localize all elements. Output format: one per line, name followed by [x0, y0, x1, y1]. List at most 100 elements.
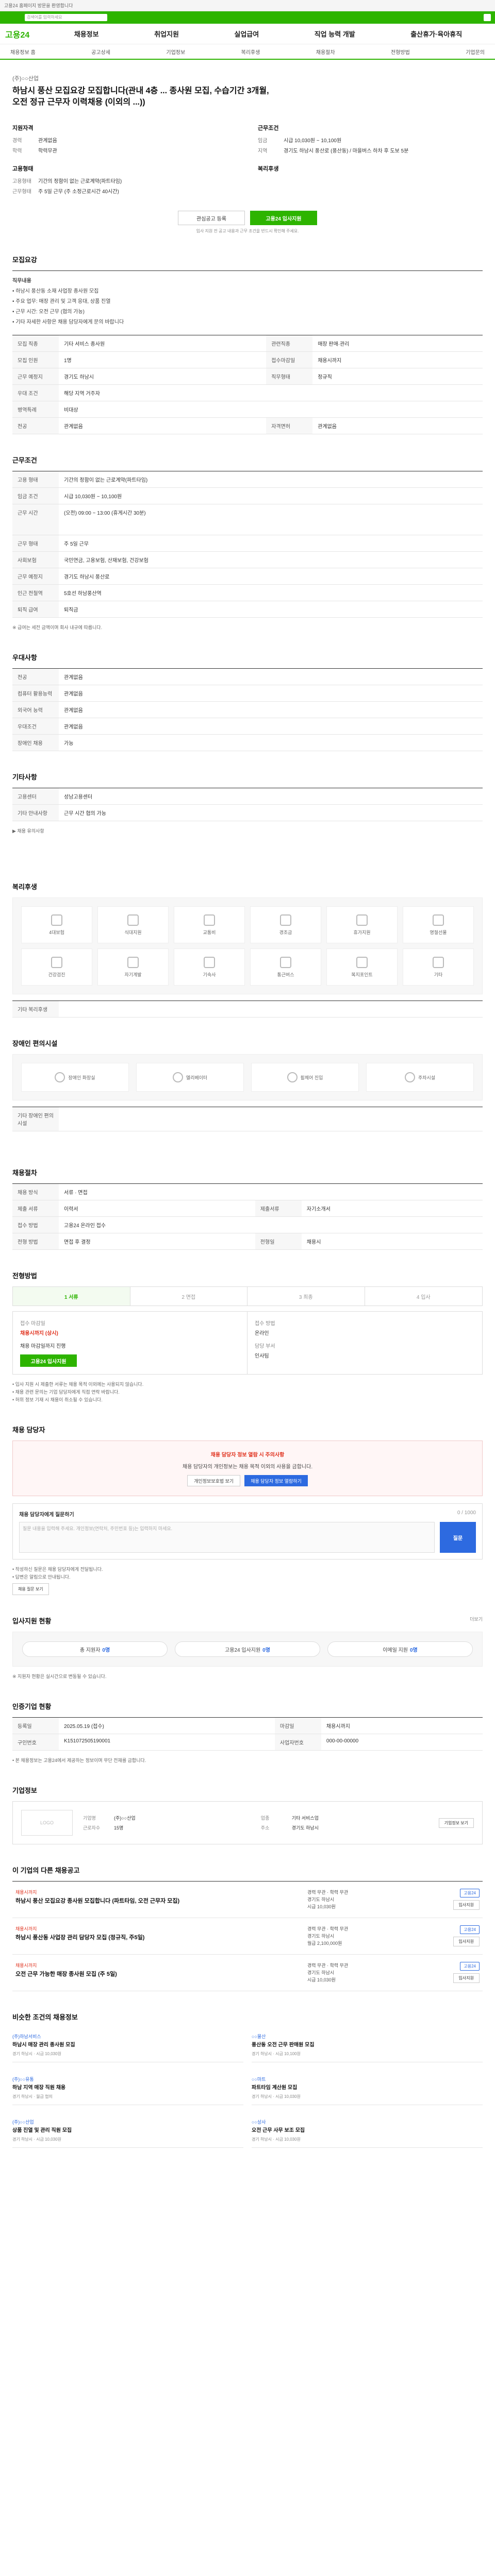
section-title-recruit: 모집요강: [12, 256, 37, 264]
qna-view-button[interactable]: 채용 질문 보기: [12, 1583, 49, 1595]
qna-send-button[interactable]: 질문: [440, 1522, 476, 1553]
job-item-actions: 고용24 입사지원: [423, 1962, 480, 1984]
lnb-item[interactable]: 기업정보: [166, 48, 185, 56]
lnb-item[interactable]: 복리후생: [241, 48, 260, 56]
view-contact-button[interactable]: 채용 담당자 정보 열람하기: [244, 1475, 308, 1486]
apply-button-secondary[interactable]: 고용24 입사지원: [20, 1354, 77, 1367]
welfare-item: 명절선물: [403, 906, 474, 943]
related-title[interactable]: 오전 근무 사무 보조 모집: [252, 2127, 483, 2134]
notice-title: 채용 담당자 정보 열람 시 주의사항: [210, 1452, 285, 1458]
apply-small-button[interactable]: 입사지원: [453, 1937, 480, 1946]
table-key: 우대 조건: [12, 384, 59, 401]
summary-left: 지원자격 경력 관계없음 학력 학력무관 고용형태 고용형태 기간의 정함이 없는 근…: [12, 124, 237, 197]
menu-icon[interactable]: [484, 14, 491, 21]
table-row: 기타 장애인 편의시설: [12, 1107, 483, 1131]
kv-value: 기간의 정함이 없는 근로계약(파트타임): [38, 179, 122, 184]
list-item[interactable]: 채용시까지 오전 근무 가능한 매장 종사원 모집 (주 5일) 경력 무관 ·…: [12, 1955, 483, 1991]
table-key: 관련직종: [266, 335, 313, 352]
facility-item: 엘리베이터: [136, 1063, 244, 1092]
job-summary: 지원자격 경력 관계없음 학력 학력무관 고용형태 고용형태 기간의 정함이 없는 근…: [12, 124, 483, 197]
job-title: 하남시 풍산 모집요강 모집합니다(관내 4층 ... 종사원 모집, 수습기간…: [12, 87, 269, 107]
section-title-related: 비슷한 조건의 채용정보: [12, 2013, 78, 2021]
lnb-item[interactable]: 기업문의: [466, 48, 485, 56]
utility-bar: 검색어를 입력하세요: [0, 11, 495, 24]
related-card[interactable]: ○○마트 파트타임 계산원 모집 경기 하남시 · 시급 10,030원: [252, 2071, 483, 2105]
desc-line: • 주요 업무: 매장 관리 및 고객 응대, 상품 진열: [12, 299, 111, 304]
table-row: 고용 형태 기간의 정함이 없는 근로계약(파트타임): [12, 471, 483, 488]
gnb-item[interactable]: 출산휴가·육아휴직: [410, 29, 462, 39]
list-item[interactable]: 채용시까지 하남시 풍산동 사업장 관리 담당자 모집 (정규직, 주5일) 경…: [12, 1918, 483, 1955]
apply-info-left: 접수 마감일 채용시까지 (상시) 채용 마감일까지 진행 고용24 입사지원: [13, 1312, 248, 1374]
related-card[interactable]: ○○상사 오전 근무 사무 보조 모집 경기 하남시 · 시급 10,030원: [252, 2113, 483, 2148]
privacy-law-button[interactable]: 개인정보보호법 보기: [187, 1475, 241, 1486]
table-key: 접수마감일: [266, 351, 313, 368]
site-logo[interactable]: 고용24: [5, 28, 46, 40]
gnb-item[interactable]: 실업급여: [234, 29, 259, 39]
related-company: ○○상사: [252, 2120, 266, 2125]
facility-item: 주차시설: [366, 1063, 474, 1092]
table-key: 모집 인원: [12, 351, 59, 368]
apply-button[interactable]: 고용24 입사지원: [250, 211, 317, 225]
steps-notes: • 입사 지원 시 제출한 서류는 채용 목적 이외에는 사용되지 않습니다. …: [12, 1381, 483, 1404]
related-title[interactable]: 풍산동 오전 근무 판매원 모집: [252, 2042, 483, 2049]
info-value: 경기도 하남시: [291, 1825, 319, 1831]
related-card[interactable]: (주)하남서비스 하남시 매장 관리 종사원 모집 경기 하남시 · 시급 10,0…: [12, 2028, 243, 2062]
section-title-process: 채용절차: [12, 1169, 37, 1177]
table-key: 고용센터: [12, 788, 59, 805]
table-row: 구인번호 K151072505190001 사업자번호 000-00-00000: [12, 1734, 483, 1751]
summary-heading: 지원자격: [12, 125, 34, 131]
related-card[interactable]: ○○물산 풍산동 오전 근무 판매원 모집 경기 하남시 · 시급 10,100원: [252, 2028, 483, 2062]
table-row: 채용 방식 서류 · 면접: [12, 1183, 483, 1200]
table-value: 관계없음: [59, 701, 483, 718]
table-row: 근무 형태 주 5일 근무: [12, 535, 483, 552]
lnb-item[interactable]: 전형방법: [391, 48, 410, 56]
welfare-item: 교통비: [174, 906, 245, 943]
section-title-other-jobs: 이 기업의 다른 채용공고: [12, 1867, 80, 1874]
table-row: 우대조건 관계없음: [12, 718, 483, 735]
job-item-title[interactable]: 하남시 풍산동 사업장 관리 담당자 모집 (정규직, 주5일): [15, 1934, 300, 1942]
related-title[interactable]: 파트타임 계산원 모집: [252, 2084, 483, 2092]
recruit-table: 모집 직종 기타 서비스 종사원 관련직종 매장 판매·관리 모집 인원 1명 접수마감일…: [12, 335, 483, 434]
welfare-icon-grid: 4대보험 식대지원 교통비 경조금 휴가지원 명절선물 건강검진 자기계발 기숙…: [12, 897, 483, 994]
qna-count: 0 / 1000: [457, 1510, 476, 1516]
welfare-label: 경조금: [279, 929, 292, 935]
related-title[interactable]: 하남 지역 매장 직원 채용: [12, 2084, 243, 2092]
table-value: 2025.05.19 (접수): [59, 1717, 275, 1734]
job-description: 직무내용 • 하남시 풍산동 소재 사업장 종사원 모집 • 주요 업무: 매장…: [12, 270, 483, 335]
gnb-item[interactable]: 채용정보: [74, 29, 99, 39]
gnb-item[interactable]: 취업지원: [154, 29, 179, 39]
facility-label: 장애인 화장실: [68, 1075, 95, 1080]
list-item[interactable]: 채용시까지 하남시 풍산 모집요강 종사원 모집합니다 (파트타임, 오전 근무…: [12, 1882, 483, 1918]
lnb-item[interactable]: 공고상세: [91, 48, 110, 56]
table-value: 국민연금, 고용보험, 산재보험, 건강보험: [59, 551, 483, 568]
table-row: 전공 관계없음 자격면허 관계없음: [12, 417, 483, 434]
apply-small-button[interactable]: 입사지원: [453, 1973, 480, 1983]
table-row: 인근 전철역 5호선 하남풍산역: [12, 584, 483, 601]
table-value: 1명: [59, 351, 267, 368]
table-row: 임금 조건 시급 10,030원 ~ 10,100원: [12, 487, 483, 504]
related-card[interactable]: (주)○○유통 하남 지역 매장 직원 채용 경기 하남시 · 월급 협의: [12, 2071, 243, 2105]
lnb-item[interactable]: 채용절차: [316, 48, 335, 56]
section-title-preferred: 우대사항: [12, 654, 37, 662]
save-job-button[interactable]: 관심공고 등록: [178, 211, 245, 225]
welfare-item: 통근버스: [250, 948, 321, 986]
related-card[interactable]: (주)○○산업 상품 진열 및 관리 직원 모집 경기 하남시 · 시급 10,03…: [12, 2113, 243, 2148]
related-title[interactable]: 상품 진열 및 관리 직원 모집: [12, 2127, 243, 2134]
conditions-note: ※ 급여는 세전 금액이며 회사 내규에 따릅니다.: [12, 625, 103, 630]
table-key: 접수 방법: [12, 1216, 59, 1233]
qna-textarea[interactable]: 질문 내용을 입력해 주세요. 개인정보(연락처, 주민번호 등)는 입력하지 …: [19, 1522, 435, 1553]
stats-pill: 이메일 지원 0명: [327, 1641, 473, 1657]
related-title[interactable]: 하남시 매장 관리 종사원 모집: [12, 2042, 243, 2049]
company-info-button[interactable]: 기업정보 보기: [438, 1818, 474, 1828]
lnb-item[interactable]: 채용정보 홈: [10, 48, 36, 56]
summary-heading: 근무조건: [258, 125, 279, 131]
job-item-title[interactable]: 오전 근무 가능한 매장 종사원 모집 (주 5일): [15, 1971, 300, 1978]
job-item-title[interactable]: 하남시 풍산 모집요강 종사원 모집합니다 (파트타임, 오전 근무자 모집): [15, 1897, 300, 1905]
apply-small-button[interactable]: 입사지원: [453, 1900, 480, 1910]
shuttle-icon: [280, 956, 291, 968]
etc-link[interactable]: ▶ 채용 유의사항: [12, 827, 483, 835]
stats-more-link[interactable]: 더보기: [470, 1616, 483, 1625]
search-input[interactable]: 검색어를 입력하세요: [25, 14, 107, 21]
welfare-item: 기숙사: [174, 948, 245, 986]
gnb-item[interactable]: 직업 능력 개발: [315, 29, 355, 39]
